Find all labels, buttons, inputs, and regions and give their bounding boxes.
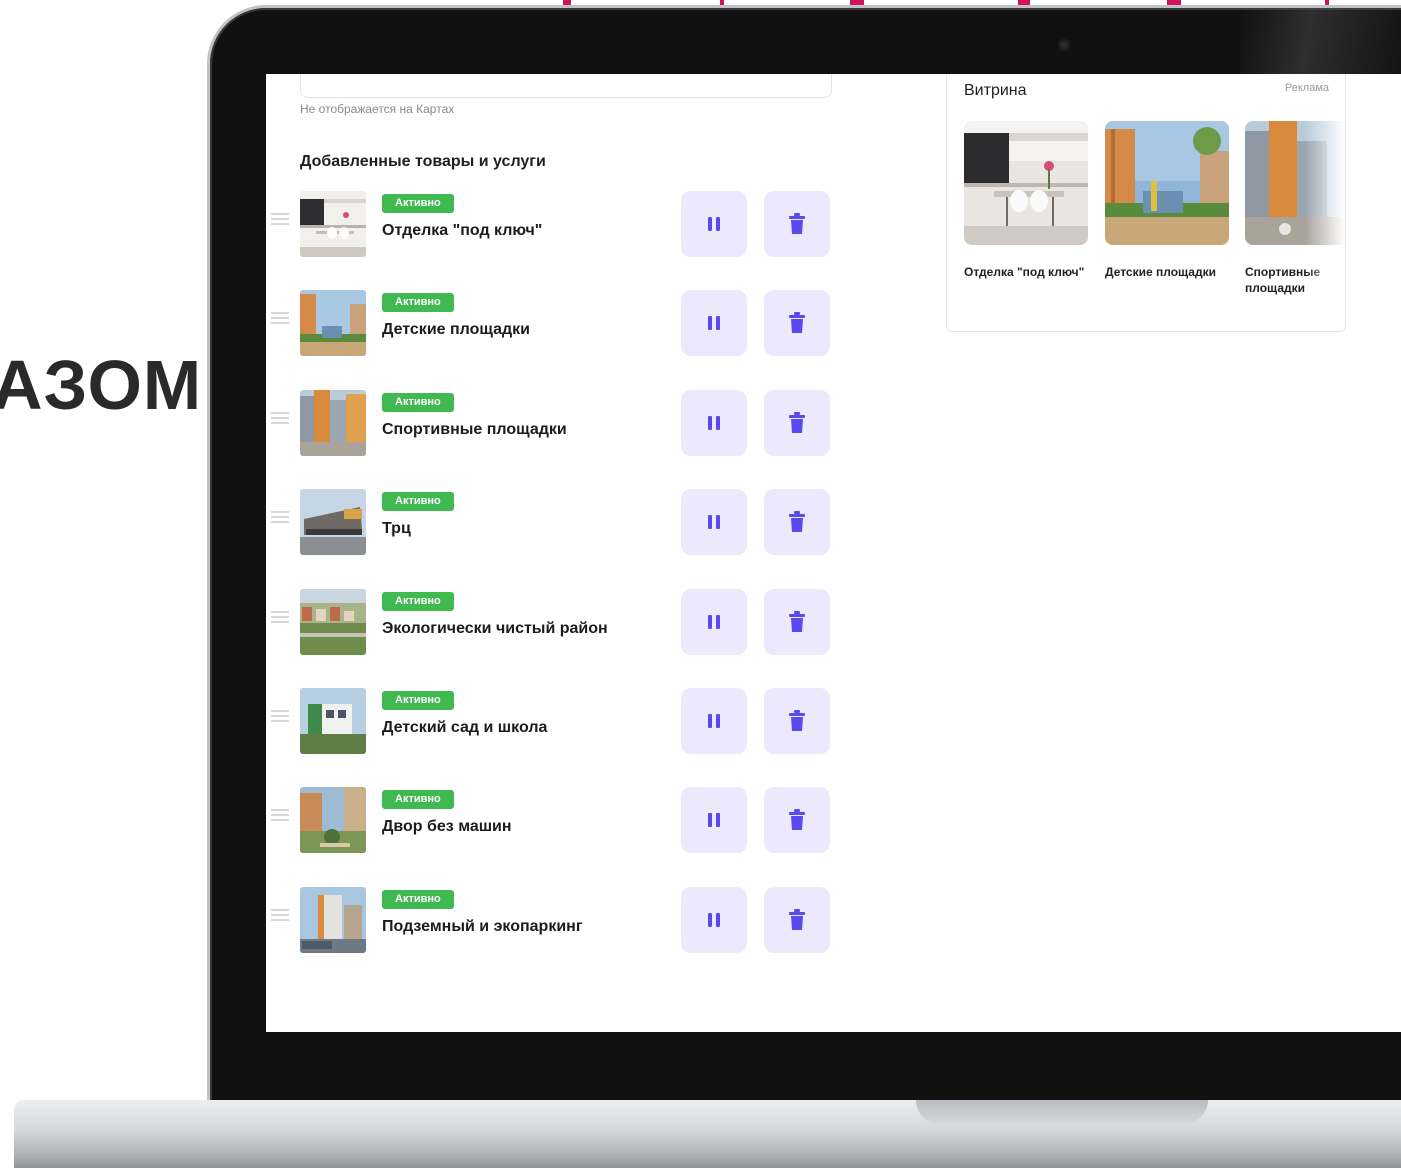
trash-icon <box>789 312 805 334</box>
product-thumbnail <box>300 389 366 456</box>
pause-icon <box>708 316 720 331</box>
field-note: Не отображается на Картах <box>300 102 455 116</box>
product-title: Детские площадки <box>382 321 530 339</box>
status-badge: Активно <box>382 790 454 810</box>
showcase-item-label: Детские площадки <box>1105 265 1216 279</box>
product-row: Активно Подземный и экопаркинг <box>266 886 836 957</box>
trash-icon <box>789 511 805 533</box>
pause-button[interactable] <box>681 588 747 655</box>
delete-button[interactable] <box>764 389 830 456</box>
product-title: Отделка "под ключ" <box>382 222 543 239</box>
pause-icon <box>708 515 720 530</box>
text-field[interactable] <box>300 74 832 98</box>
status-badge: Активно <box>382 392 454 412</box>
delete-button[interactable] <box>764 688 830 754</box>
product-row: Активно Трц <box>266 489 836 559</box>
product-row: Активно Отделка "под ключ" <box>266 191 836 261</box>
pause-icon <box>708 912 720 927</box>
status-badge: Активно <box>382 492 454 512</box>
pause-icon <box>708 217 720 231</box>
status-badge: Активно <box>382 691 454 710</box>
pause-button[interactable] <box>681 688 747 754</box>
drag-handle-icon[interactable] <box>271 213 289 225</box>
product-row: Активно Детский сад и школа <box>266 688 836 758</box>
drag-handle-icon[interactable] <box>271 610 289 623</box>
product-thumbnail <box>300 588 366 655</box>
webcam-icon <box>1058 39 1070 51</box>
product-thumbnail <box>300 688 366 754</box>
drag-handle-icon[interactable] <box>271 411 289 424</box>
lid-glare <box>1240 8 1401 74</box>
pause-button[interactable] <box>681 489 747 556</box>
drag-handle-icon[interactable] <box>271 809 289 822</box>
product-title: Подземный и экопаркинг <box>382 917 583 935</box>
trash-icon <box>789 809 805 831</box>
section-title: Добавленные товары и услуги <box>300 153 546 170</box>
laptop-screen: Не отображается на Картах Добавленные то… <box>266 74 1401 1032</box>
pause-button[interactable] <box>681 886 747 953</box>
trash-icon <box>789 213 805 234</box>
pause-icon <box>708 614 720 629</box>
showcase-item[interactable]: Отделка "под ключ" <box>964 121 1088 280</box>
delete-button[interactable] <box>764 588 830 655</box>
pause-button[interactable] <box>681 389 747 456</box>
scroll-fade <box>1305 116 1345 316</box>
delete-button[interactable] <box>764 886 830 953</box>
drag-handle-icon[interactable] <box>271 511 289 524</box>
status-badge: Активно <box>382 293 454 313</box>
showcase-title: Витрина <box>964 82 1027 99</box>
status-badge: Активно <box>382 889 454 909</box>
showcase-card: Витрина Реклама Отделка "под ключ" Детск… <box>946 74 1346 332</box>
delete-button[interactable] <box>764 191 830 257</box>
trash-icon <box>789 908 805 930</box>
pause-icon <box>708 813 720 828</box>
pause-button[interactable] <box>681 191 747 257</box>
product-title: Двор без машин <box>382 818 512 836</box>
product-title: Спортивные площадки <box>382 420 567 438</box>
product-title: Детский сад и школа <box>382 719 548 736</box>
delete-button[interactable] <box>764 787 830 854</box>
drag-handle-icon[interactable] <box>271 908 289 921</box>
product-title: Трц <box>382 520 411 538</box>
pause-button[interactable] <box>681 787 747 854</box>
status-badge: Активно <box>382 194 454 213</box>
trash-icon <box>789 710 805 731</box>
product-row: Активно Экологически чистый район <box>266 588 836 659</box>
pause-button[interactable] <box>681 290 747 357</box>
product-thumbnail <box>300 886 366 953</box>
showcase-item[interactable]: Детские площадки <box>1105 121 1229 280</box>
delete-button[interactable] <box>764 290 830 357</box>
product-title: Экологически чистый район <box>382 619 608 637</box>
product-row: Активно Детские площадки <box>266 290 836 360</box>
laptop-base-notch <box>916 1100 1208 1124</box>
status-badge: Активно <box>382 591 454 611</box>
trash-icon <box>789 610 805 632</box>
pause-icon <box>708 714 720 728</box>
showcase-item-label: Отделка "под ключ" <box>964 265 1085 279</box>
product-thumbnail <box>300 191 366 257</box>
product-row: Активно Двор без машин <box>266 787 836 857</box>
product-row: Активно Спортивные площадки <box>266 389 836 460</box>
background-heading-fragment: АЗОМ <box>0 346 203 424</box>
drag-handle-icon[interactable] <box>271 710 289 722</box>
product-thumbnail <box>300 489 366 556</box>
product-thumbnail <box>300 787 366 854</box>
drag-handle-icon[interactable] <box>271 312 289 325</box>
pause-icon <box>708 415 720 430</box>
ad-label: Реклама <box>1284 82 1329 94</box>
showcase-image <box>964 121 1088 245</box>
showcase-image <box>1105 121 1229 245</box>
delete-button[interactable] <box>764 489 830 556</box>
trash-icon <box>789 411 805 433</box>
product-thumbnail <box>300 290 366 357</box>
